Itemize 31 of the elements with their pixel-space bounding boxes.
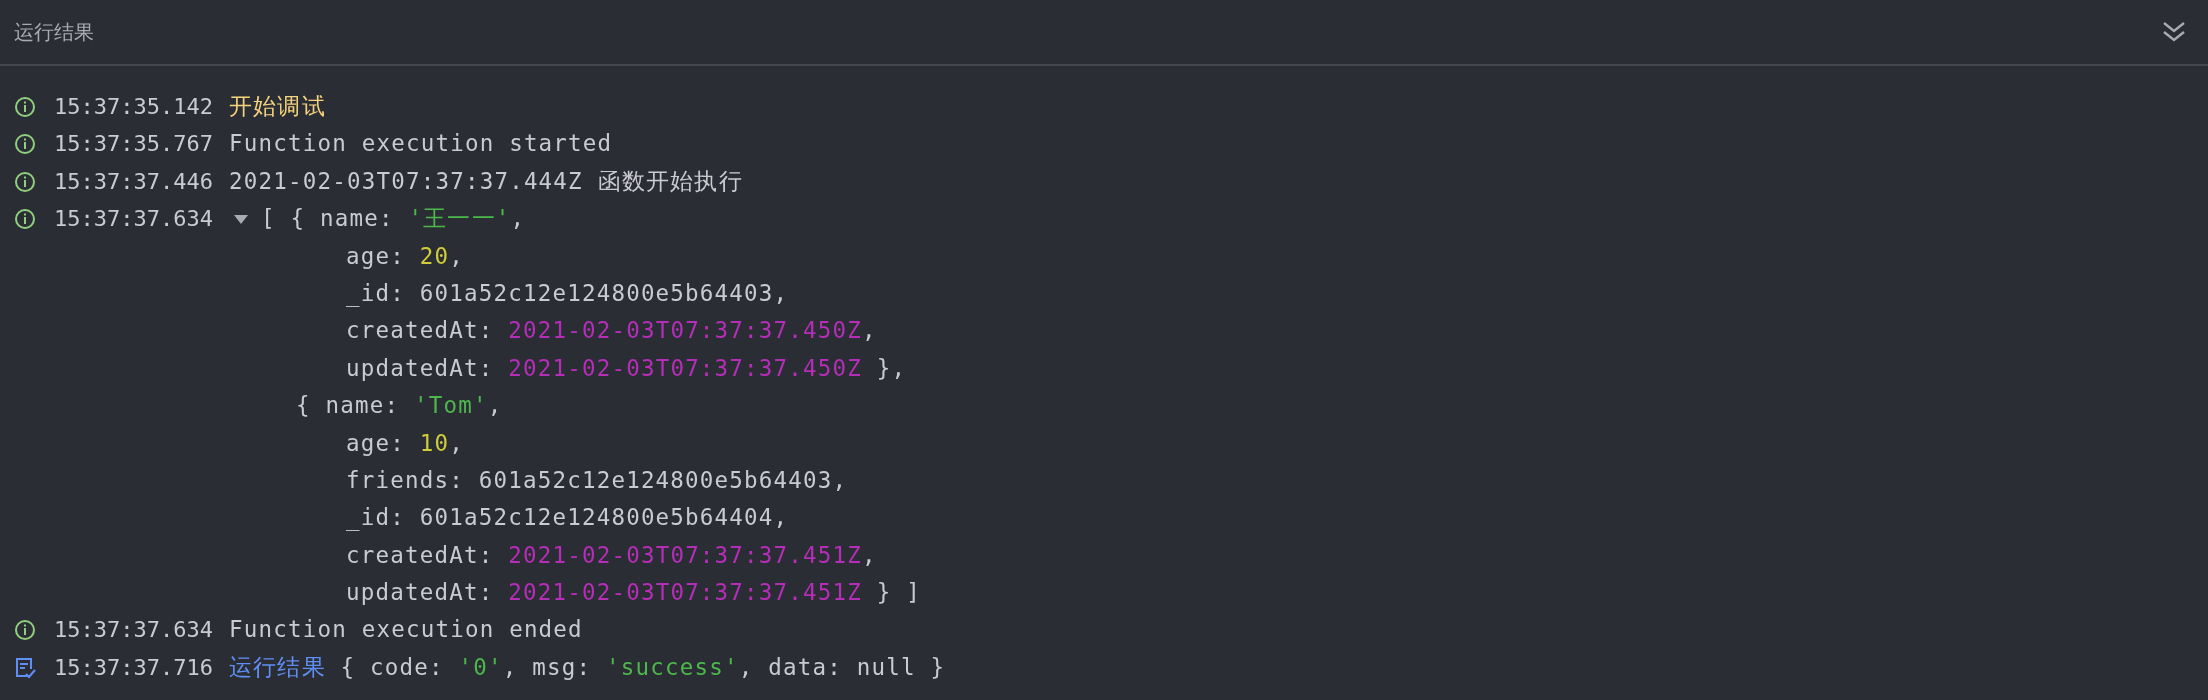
log-time: 15:37:37.634: [54, 205, 213, 234]
log-message: 开始调试: [228, 92, 326, 121]
log-message: _id: 601a52c12e124800e5b64404,: [345, 503, 789, 533]
info-icon: [14, 96, 36, 118]
log-time: 15:37:37.446: [54, 167, 213, 196]
info-icon: [14, 619, 36, 642]
log-message: 运行结果 { code: '0', msg: 'success', data: null }: [228, 652, 946, 682]
panel-title: 运行结果: [14, 19, 94, 46]
log-message: 2021-02-03T07:37:37.444Z 函数开始执行: [228, 166, 743, 196]
caret-icon[interactable]: [232, 212, 249, 225]
info-icon: [14, 133, 36, 156]
log-message: [ { name: '王一一',: [260, 204, 526, 234]
log-message: _id: 601a52c12e124800e5b64403,: [345, 278, 789, 309]
log-message: friends: 601a52c12e124800e5b64403,: [345, 465, 848, 495]
log-message: createdAt: 2021-02-03T07:37:37.451Z,: [345, 540, 877, 570]
log-time: 15:37:37.716: [54, 653, 213, 682]
log-message: updatedAt: 2021-02-03T07:37:37.451Z } ]: [345, 578, 922, 608]
info-icon: [14, 170, 36, 193]
log-time: 15:37:35.767: [54, 130, 213, 159]
collapse-icon[interactable]: [2162, 21, 2186, 43]
log-message: age: 20,: [345, 241, 464, 271]
info-icon: [14, 208, 36, 231]
log-message: createdAt: 2021-02-03T07:37:37.450Z,: [345, 316, 877, 346]
log-time: 15:37:37.634: [54, 616, 213, 645]
log-message: Function execution started: [228, 129, 613, 159]
log-message: Function execution ended: [228, 615, 583, 645]
log-time: 15:37:35.142: [54, 93, 213, 121]
log-message: { name: 'Tom',: [295, 391, 503, 421]
document-check-icon: [14, 656, 36, 679]
log-message: age: 10,: [345, 428, 464, 458]
log-message: updatedAt: 2021-02-03T07:37:37.450Z },: [345, 353, 907, 383]
